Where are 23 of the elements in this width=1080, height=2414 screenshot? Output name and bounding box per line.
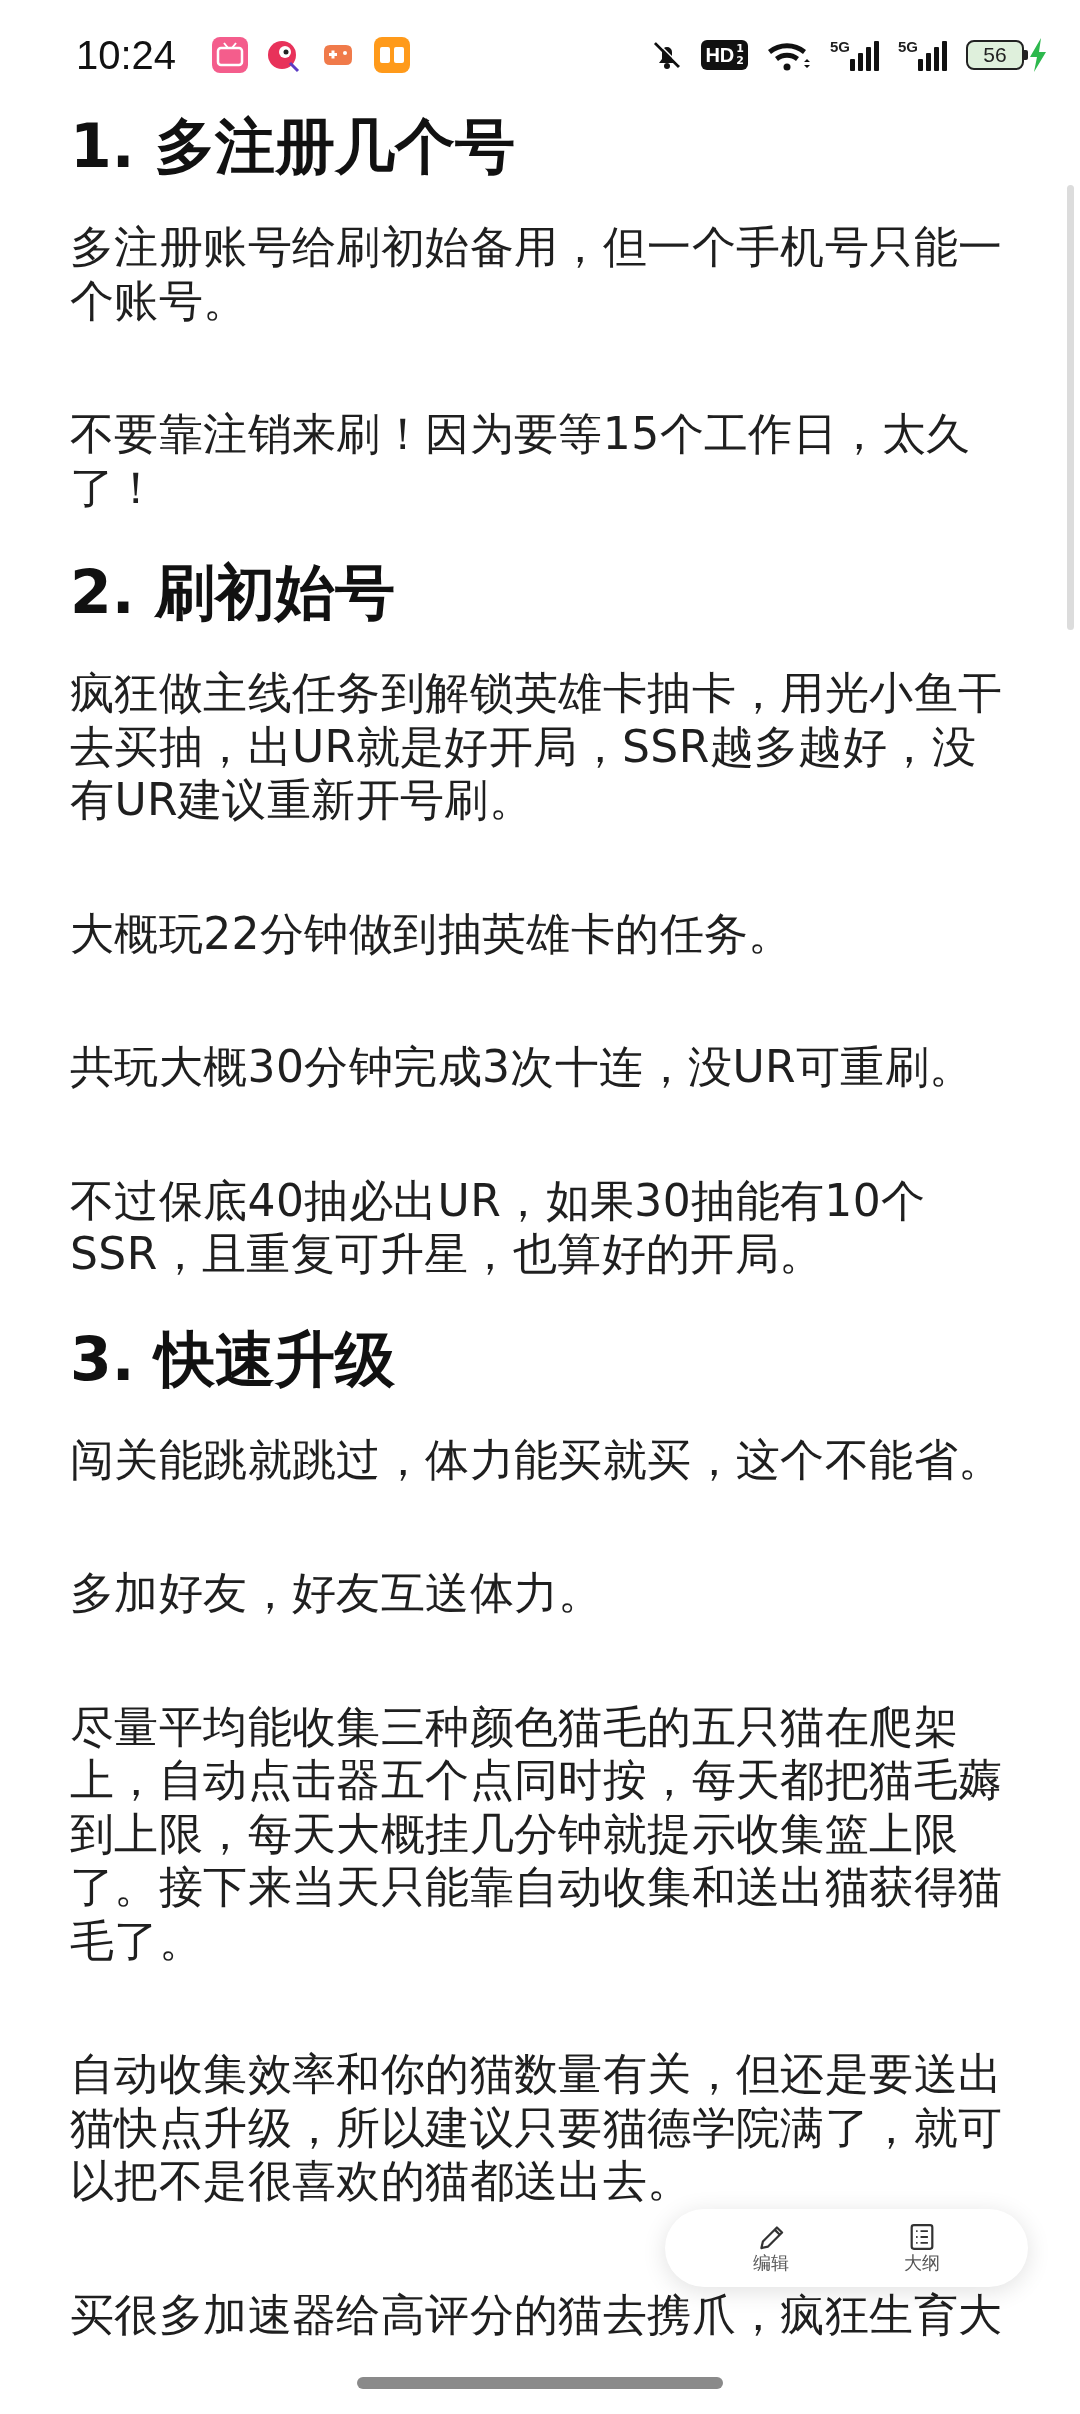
paragraph: 多注册账号给刷初始备用，但一个手机号只能一个账号。 — [70, 220, 1004, 327]
paragraph: 疯狂做主线任务到解锁英雄卡抽卡，用光小鱼干去买抽，出UR就是好开局，SSR越多越好，没有UR建议重新开号刷。 — [70, 666, 1004, 827]
section-heading: 1. 多注册几个号 — [70, 110, 517, 182]
battery-level: 56 — [966, 40, 1024, 70]
paragraph: 多加好友，好友互送体力。 — [70, 1566, 604, 1620]
paragraph: 大概玩22分钟做到抽英雄卡的任务。 — [70, 906, 794, 960]
outline-button[interactable]: 大纲 — [898, 2221, 947, 2275]
tiles-app-icon — [374, 37, 411, 73]
tv-app-icon — [212, 37, 249, 73]
paragraph: 共玩大概30分钟完成3次十连，没UR可重刷。 — [70, 1040, 975, 1094]
edit-button[interactable]: 编辑 — [746, 2221, 795, 2275]
cellular-signal: 5G — [898, 39, 948, 71]
section-heading: 2. 刷初始号 — [70, 556, 397, 628]
section-heading: 3. 快速升级 — [70, 1322, 397, 1395]
clock: 10:24 — [76, 32, 177, 78]
cellular-signal: 5G — [829, 39, 880, 71]
home-indicator[interactable] — [357, 2377, 723, 2389]
paragraph: 闯关能跳就跳过，体力能买就买，这个不能省。 — [70, 1432, 1004, 1486]
paragraph: 不过保底40抽必出UR，如果30抽能有10个SSR，且重复可升星，也算好的开局。 — [70, 1173, 927, 1281]
paragraph: 自动收集效率和你的猫数量有关，但还是要送出猫快点升级，所以建议只要猫德学院满了，就可以把不是很喜欢的猫都送出去。 — [70, 2047, 1004, 2208]
paragraph: 不要靠注销来刷！因为要等15个工作日，太久了！ — [70, 407, 972, 514]
paragraph: 尽量平均能收集三种颜色猫毛的五只猫在爬架上，自动点击器五个点同时按，每天都把猫毛薅到上限，每天大概挂几分钟就提示收集篮上限了。接下来当天只能靠自动收集和送出猫获得猫毛了。 — [70, 1699, 1004, 1967]
paragraph: 买很多加速器给高评分的猫去携爪，疯狂生育大 — [70, 2287, 1004, 2341]
